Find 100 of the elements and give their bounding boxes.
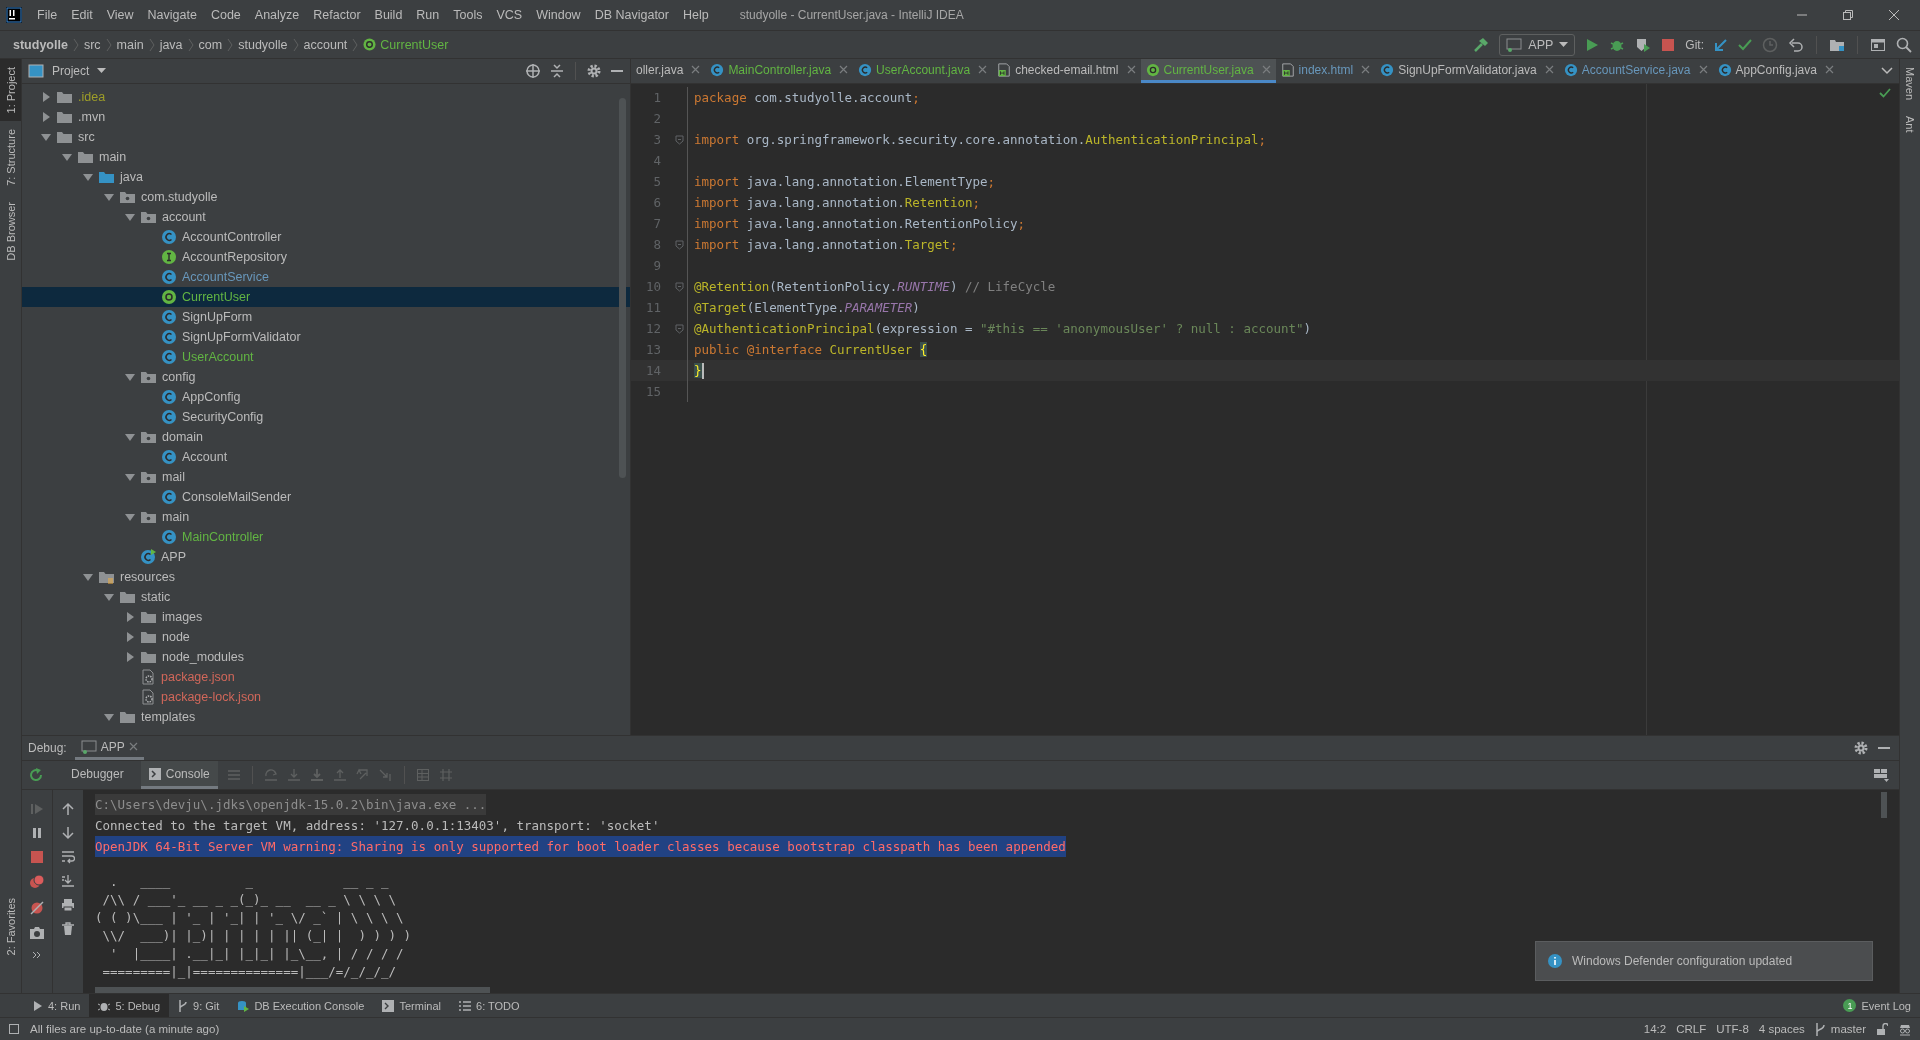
editor-tab[interactable]: CurrentUser.java	[1140, 59, 1276, 83]
tree-item[interactable]: com.studyolle	[22, 187, 630, 207]
menu-item[interactable]: Tools	[446, 8, 490, 22]
debug-subtab[interactable]: Console	[140, 761, 218, 789]
banner-line: =========|_|==============|___/=/_/_/_/	[101, 963, 397, 981]
code-line: import java.lang.annotation.Retention;	[694, 195, 980, 210]
breadcrumb-item[interactable]: main	[113, 37, 147, 52]
banner-line: ' |____| .__|_| |_|_| |_\__, | / / / /	[109, 945, 404, 963]
breadcrumb-item[interactable]: account	[300, 37, 351, 52]
tree-item[interactable]: AccountService	[22, 267, 630, 287]
tree-item[interactable]: node_modules	[22, 647, 630, 667]
editor-tab[interactable]: MainController.java	[705, 59, 854, 83]
tool-window-button[interactable]: 4: Run	[24, 994, 90, 1017]
breadcrumb-item[interactable]: studyolle	[235, 37, 291, 52]
menu-item[interactable]: Refactor	[306, 8, 368, 22]
project-view-dropdown[interactable]: Project	[52, 64, 90, 78]
tool-window-button[interactable]: 9: Git	[169, 994, 229, 1017]
notification-text: Windows Defender configuration updated	[1572, 954, 1793, 968]
code-line: import org.springframework.security.core.annotation.AuthenticationPrincipal;	[694, 132, 1266, 147]
menu-item[interactable]: VCS	[489, 8, 530, 22]
breadcrumb-item[interactable]: studyolle	[10, 37, 71, 52]
breadcrumb-item[interactable]: com	[195, 37, 226, 52]
tool-window-tab[interactable]: 1: Project	[0, 59, 21, 122]
indent-setting[interactable]: 4 spaces	[1758, 1023, 1805, 1035]
window-title: studyolle - CurrentUser.java - IntelliJ IDEA	[739, 8, 964, 22]
breadcrumb-item[interactable]: CurrentUser	[360, 37, 452, 52]
tree-item[interactable]: CurrentUser	[22, 287, 630, 307]
line-number: 1	[652, 90, 662, 105]
editor-tab[interactable]: oller.java	[631, 59, 706, 83]
tree-item[interactable]: account	[22, 207, 630, 227]
banner-line: . ____ _ __ _ _	[109, 873, 389, 891]
caret-position[interactable]: 14:2	[1643, 1023, 1667, 1035]
tool-window-button[interactable]: Terminal	[373, 994, 450, 1017]
line-separator[interactable]: CRLF	[1676, 1023, 1707, 1035]
tree-item[interactable]: templates	[22, 707, 630, 727]
menu-item[interactable]: Code	[203, 8, 248, 22]
tree-item[interactable]: main	[22, 147, 630, 167]
tree-item[interactable]: AppConfig	[22, 387, 630, 407]
tree-item[interactable]: SignUpFormValidator	[22, 327, 630, 347]
tree-item[interactable]: Account	[22, 447, 630, 467]
banner-line: \\/ ___)| |_)| | | | | || (_| | ) ) ) )	[101, 927, 412, 945]
editor-tab[interactable]: checked-email.html	[992, 59, 1141, 83]
menu-item[interactable]: Analyze	[247, 8, 307, 22]
tool-window-tab[interactable]: Maven	[1900, 59, 1920, 109]
tree-item[interactable]: images	[22, 607, 630, 627]
tree-item[interactable]: domain	[22, 427, 630, 447]
tree-item[interactable]: APP	[22, 547, 630, 567]
tree-item[interactable]: resources	[22, 567, 630, 587]
tree-item[interactable]: src	[22, 127, 630, 147]
tree-item[interactable]: .mvn	[22, 107, 630, 127]
tool-window-tab[interactable]: 7: Structure	[0, 121, 21, 195]
tool-window-button[interactable]: DB Execution Console	[228, 994, 374, 1017]
tree-item[interactable]: main	[22, 507, 630, 527]
tree-item[interactable]: mail	[22, 467, 630, 487]
git-branch[interactable]: master	[1814, 1022, 1866, 1036]
line-number: 7	[652, 216, 662, 231]
menu-item[interactable]: Run	[409, 8, 447, 22]
menu-item[interactable]: File	[30, 8, 65, 22]
editor-tab[interactable]: AccountService.java	[1558, 59, 1713, 83]
menu-item[interactable]: Navigate	[140, 8, 204, 22]
menu-item[interactable]: Build	[367, 8, 410, 22]
line-number: 8	[652, 237, 662, 252]
tree-item[interactable]: java	[22, 167, 630, 187]
debug-subtab[interactable]: Debugger	[63, 761, 132, 789]
tree-item[interactable]: MainController	[22, 527, 630, 547]
breadcrumb-item[interactable]: java	[156, 37, 186, 52]
tree-item[interactable]: package.json	[22, 667, 630, 687]
event-log-button[interactable]: 1 Event Log	[1834, 994, 1920, 1017]
tool-window-tab[interactable]: DB Browser	[0, 194, 21, 269]
tree-item[interactable]: SignUpForm	[22, 307, 630, 327]
menu-item[interactable]: View	[99, 8, 141, 22]
tree-item[interactable]: SecurityConfig	[22, 407, 630, 427]
tree-item[interactable]: config	[22, 367, 630, 387]
menu-item[interactable]: Edit	[64, 8, 100, 22]
tool-window-tab[interactable]: 2: Favorites	[0, 889, 21, 963]
editor-tab[interactable]: SignUpFormValidator.java	[1375, 59, 1559, 83]
tree-item[interactable]: package-lock.json	[22, 687, 630, 707]
tree-item[interactable]: AccountController	[22, 227, 630, 247]
menu-item[interactable]: DB Navigator	[587, 8, 676, 22]
editor-tab[interactable]: UserAccount.java	[853, 59, 993, 83]
code-line: import java.lang.annotation.RetentionPolicy;	[694, 216, 1026, 231]
tool-window-tab[interactable]: Ant	[1900, 108, 1920, 141]
tree-item[interactable]: ConsoleMailSender	[22, 487, 630, 507]
tool-window-button[interactable]: 6: TODO	[450, 994, 529, 1017]
run-configuration-dropdown[interactable]: APP	[1499, 33, 1576, 56]
tree-item[interactable]: static	[22, 587, 630, 607]
file-encoding[interactable]: UTF-8	[1716, 1023, 1749, 1035]
menu-item[interactable]: Help	[676, 8, 716, 22]
debug-session-tab[interactable]: APP	[74, 736, 144, 760]
tree-item[interactable]: node	[22, 627, 630, 647]
editor-tab[interactable]: AppConfig.java	[1712, 59, 1839, 83]
editor-tab[interactable]: index.html	[1275, 59, 1376, 83]
notification-balloon[interactable]: Windows Defender configuration updated	[1535, 941, 1873, 981]
tool-window-button[interactable]: 5: Debug	[89, 994, 170, 1017]
menu-item[interactable]: Window	[529, 8, 588, 22]
tree-item[interactable]: .idea	[22, 87, 630, 107]
breadcrumb-item[interactable]: src	[80, 37, 104, 52]
tree-item[interactable]: AccountRepository	[22, 247, 630, 267]
count-badge: 1	[1843, 999, 1857, 1012]
tree-item[interactable]: UserAccount	[22, 347, 630, 367]
